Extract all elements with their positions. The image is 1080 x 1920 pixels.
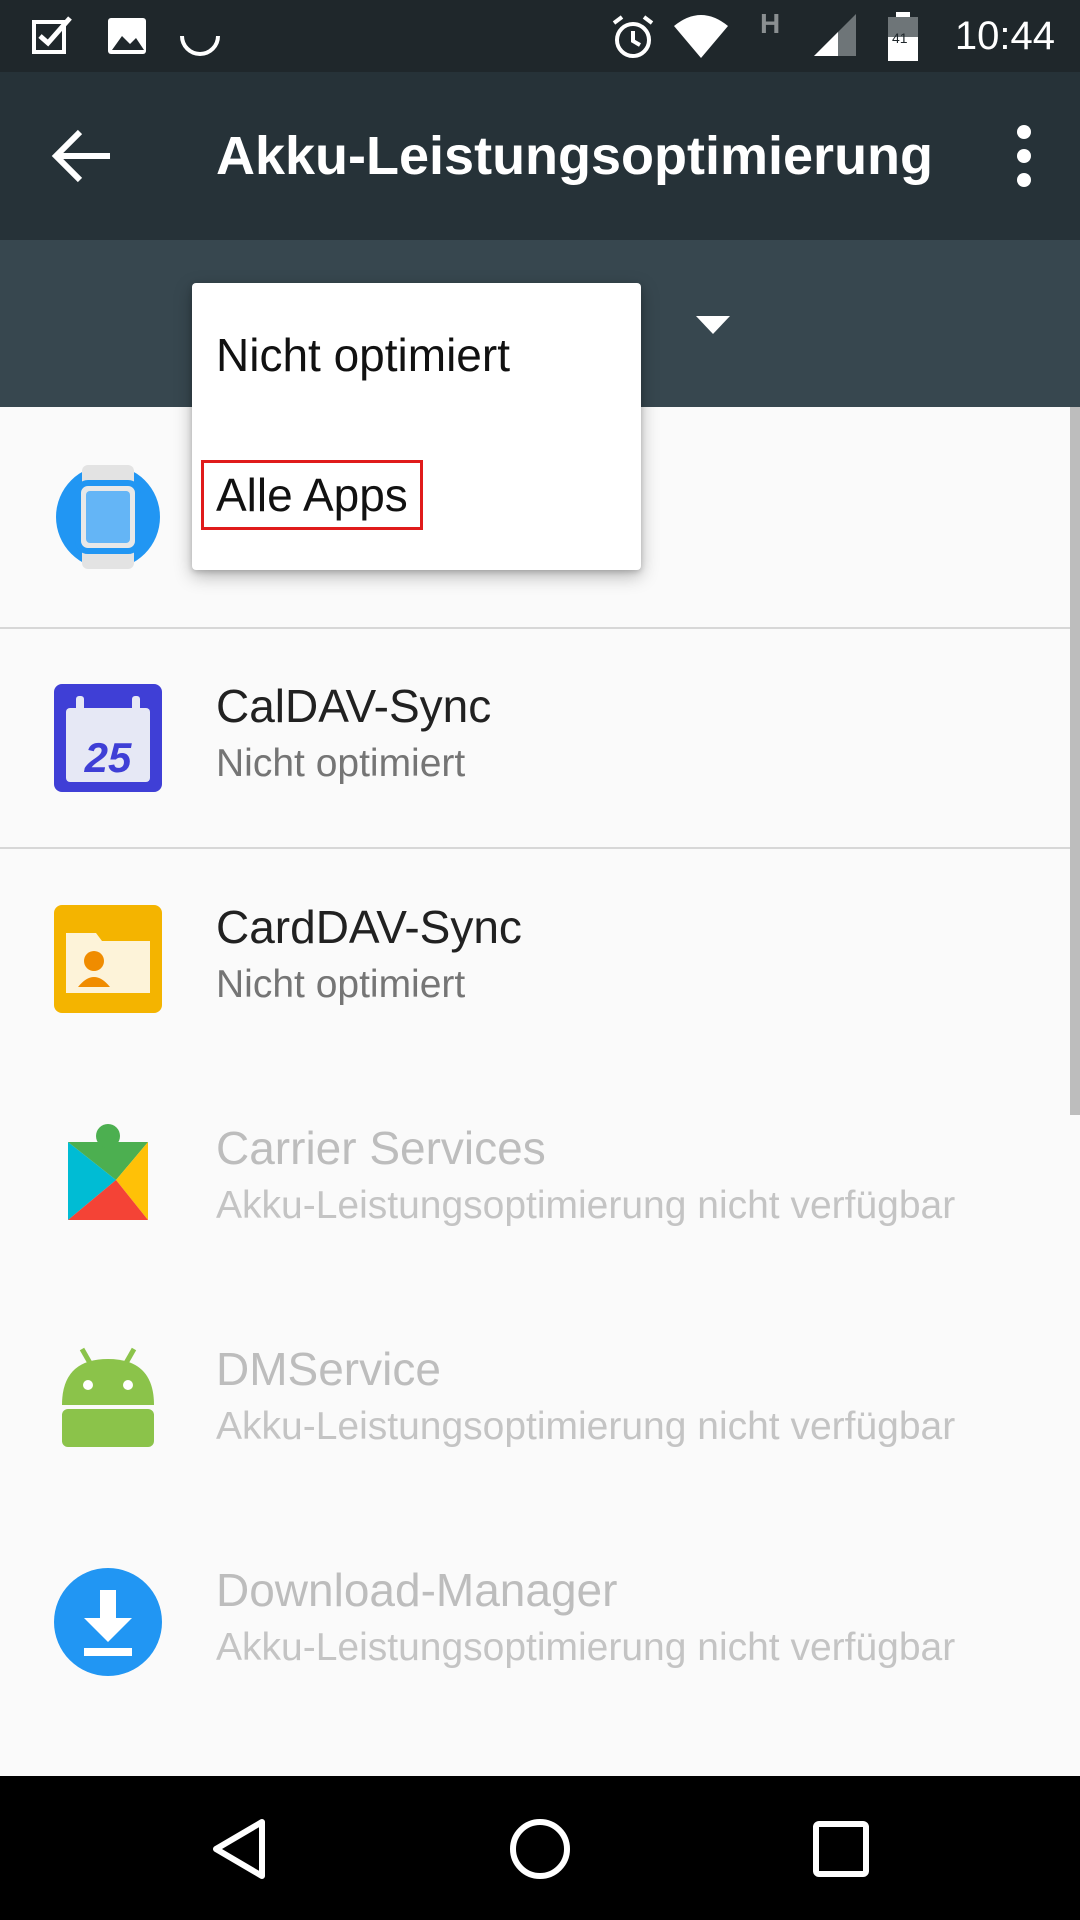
image-icon — [108, 18, 146, 54]
dropdown-option-label: Alle Apps — [201, 460, 423, 530]
page-title: Akku-Leistungsoptimierung — [216, 126, 934, 186]
task-check-icon — [32, 16, 72, 54]
calendar-icon: 25 — [54, 684, 162, 792]
app-name: DMService — [216, 1343, 441, 1395]
android-wear-icon — [56, 465, 160, 569]
app-status: Nicht optimiert — [216, 742, 466, 785]
download-icon — [54, 1568, 162, 1676]
dropdown-arrow-icon[interactable] — [696, 316, 730, 334]
android-robot-icon — [62, 1347, 154, 1447]
svg-text:25: 25 — [84, 734, 132, 781]
filter-dropdown-menu: Nicht optimiert Alle Apps — [192, 283, 641, 570]
network-type-icon: H — [760, 8, 781, 39]
wifi-icon — [674, 15, 728, 58]
app-status: Akku-Leistungsoptimierung nicht verfügba… — [216, 1184, 956, 1227]
app-status: Nicht optimiert — [216, 963, 466, 1006]
cell-signal-icon — [814, 14, 856, 56]
app-name: CardDAV-Sync — [216, 901, 522, 953]
list-item: Carrier Services Akku-Leistungsoptimieru… — [0, 1070, 1068, 1291]
alarm-icon — [612, 15, 654, 58]
app-status: Akku-Leistungsoptimierung nicht verfügba… — [216, 1405, 956, 1448]
list-item: DMService Akku-Leistungsoptimierung nich… — [0, 1291, 1068, 1512]
dropdown-option-label: Nicht optimiert — [216, 329, 510, 381]
list-item[interactable]: CardDAV-Sync Nicht optimiert — [0, 849, 1068, 1070]
app-bar: Akku-Leistungsoptimierung — [0, 72, 1080, 240]
dropdown-option-all-apps[interactable]: Alle Apps — [192, 427, 641, 567]
list-item: Download-Manager Akku-Leistungsoptimieru… — [0, 1512, 1068, 1733]
app-status: Akku-Leistungsoptimierung nicht verfügba… — [216, 1626, 956, 1669]
battery-level: 41 — [892, 30, 908, 46]
dropdown-option-not-optimized[interactable]: Nicht optimiert — [192, 283, 641, 423]
app-name: Download-Manager — [216, 1564, 618, 1616]
clock: 10:44 — [954, 14, 1055, 58]
home-circle-icon[interactable] — [507, 1816, 573, 1882]
back-triangle-icon[interactable] — [208, 1816, 274, 1882]
contacts-folder-icon — [54, 905, 162, 1013]
more-vert-icon[interactable] — [994, 122, 1054, 190]
app-name: CalDAV-Sync — [216, 680, 492, 732]
app-name: Carrier Services — [216, 1122, 546, 1174]
scrollbar[interactable] — [1070, 407, 1080, 1115]
list-item[interactable]: 25 CalDAV-Sync Nicht optimiert — [0, 628, 1068, 849]
arrow-left-icon[interactable] — [50, 126, 118, 186]
recents-square-icon[interactable] — [808, 1816, 874, 1882]
play-services-icon — [68, 1124, 148, 1220]
sync-spinner-icon — [180, 35, 220, 56]
navigation-bar — [0, 1776, 1080, 1920]
status-bar: H 41 10:44 — [0, 0, 1080, 72]
